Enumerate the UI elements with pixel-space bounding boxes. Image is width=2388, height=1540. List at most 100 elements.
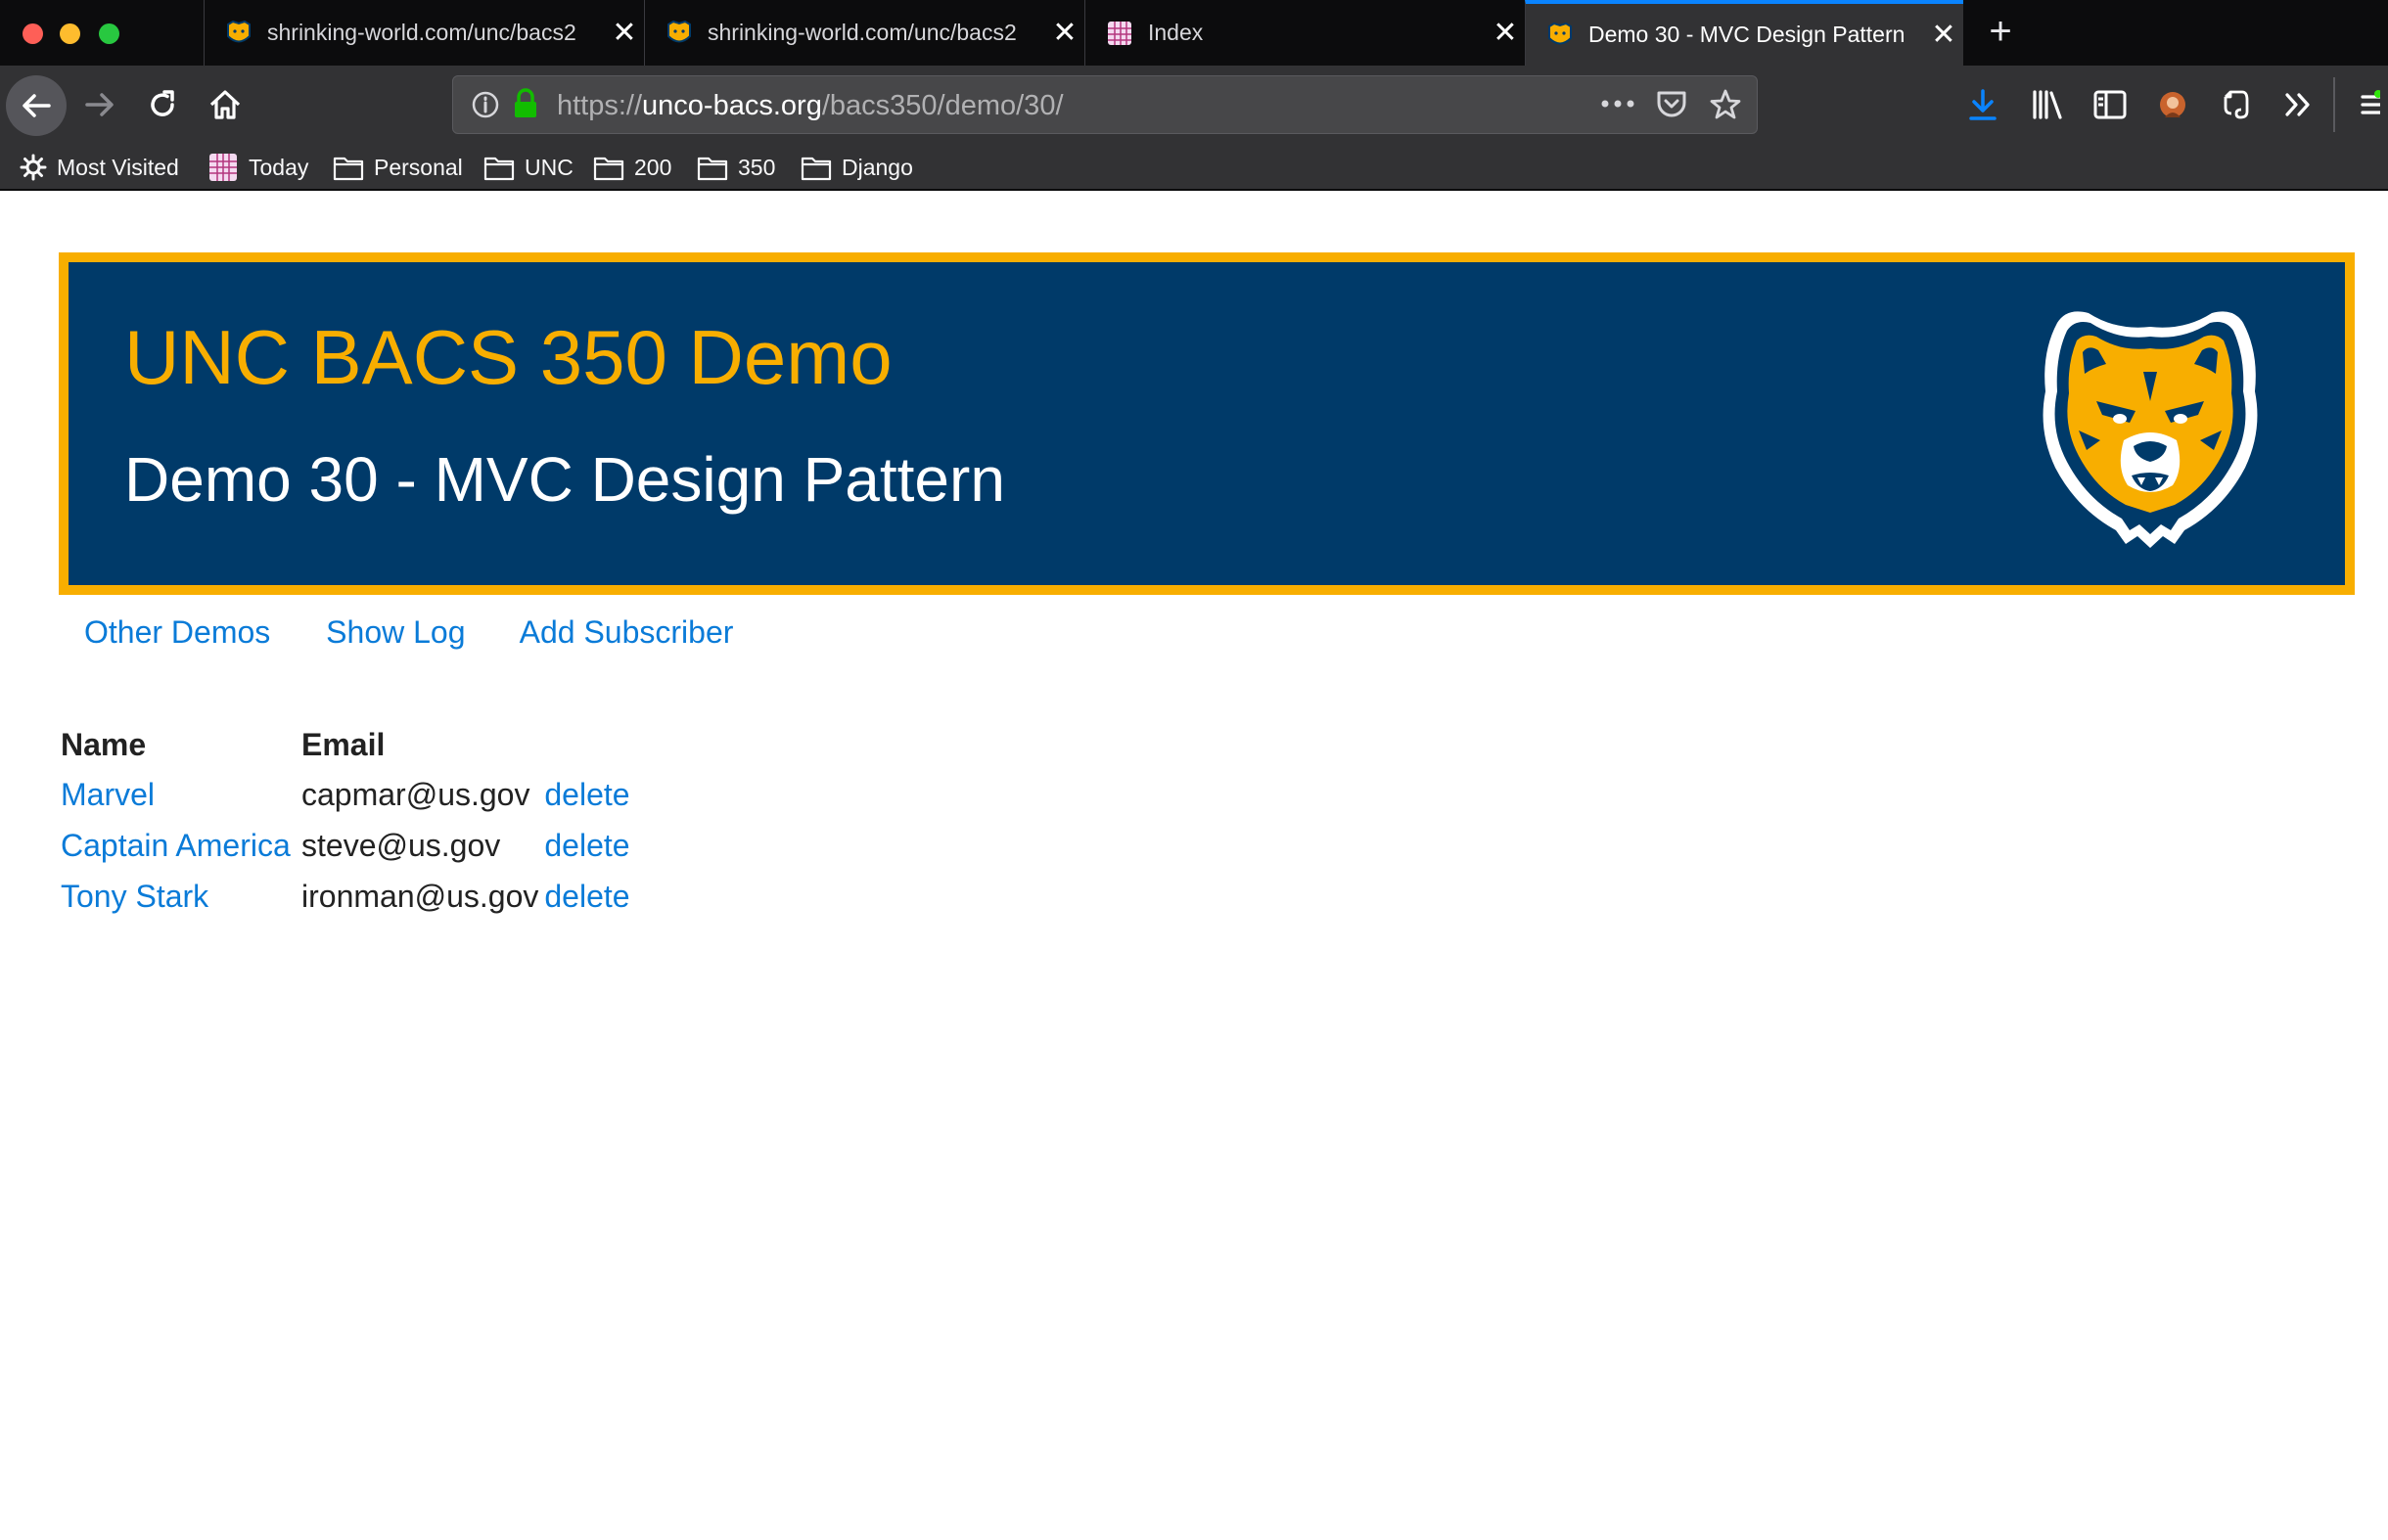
- other-demos-link[interactable]: Other Demos: [84, 614, 270, 650]
- subscriber-name-link[interactable]: Captain America: [61, 828, 291, 863]
- bookmarks-toolbar: Most Visited Today Personal UNC 200 350 …: [0, 146, 2388, 190]
- home-icon: [209, 90, 241, 119]
- globe-grid-icon: [1108, 21, 1131, 45]
- bear-logo-icon: [2043, 311, 2258, 548]
- table-row: Captain America steve@us.gov delete: [61, 820, 636, 871]
- library-button[interactable]: [2020, 77, 2075, 132]
- delete-link[interactable]: delete: [544, 777, 629, 812]
- bookmark-folder-django[interactable]: Django: [801, 152, 913, 183]
- download-arrow-icon: [1969, 89, 1997, 120]
- tab-3[interactable]: Index ✕: [1084, 0, 1525, 66]
- bookmark-today[interactable]: Today: [207, 152, 308, 183]
- table-header-row: Name Email: [61, 720, 636, 769]
- close-tab-icon[interactable]: ✕: [1486, 16, 1525, 50]
- reload-icon: [151, 90, 174, 116]
- library-icon: [2033, 90, 2062, 119]
- url-text[interactable]: https://unco-bacs.org/bacs350/demo/30/: [557, 90, 1064, 122]
- bookmark-folder-350[interactable]: 350: [697, 152, 775, 183]
- back-button[interactable]: [6, 75, 67, 136]
- bookmark-label: Django: [842, 154, 913, 180]
- show-log-link[interactable]: Show Log: [326, 614, 465, 650]
- bookmark-label: Most Visited: [57, 154, 179, 180]
- folder-icon: [801, 157, 832, 181]
- folder-icon: [333, 157, 364, 181]
- forward-button[interactable]: [72, 77, 127, 132]
- tab-1-title: shrinking-world.com/unc/bacs2: [267, 20, 576, 45]
- page-subtitle: Demo 30 - MVC Design Pattern: [124, 444, 1005, 515]
- subscriber-name-link[interactable]: Marvel: [61, 777, 155, 812]
- chrome-divider: [0, 189, 2388, 191]
- chevrons-right-icon: [2285, 93, 2310, 116]
- tab-2[interactable]: shrinking-world.com/unc/bacs2 ✕: [644, 0, 1084, 66]
- window-minimize-button[interactable]: [60, 23, 80, 44]
- table-row: Marvel capmar@us.gov delete: [61, 769, 636, 820]
- overflow-button[interactable]: [2271, 77, 2325, 132]
- bookmark-folder-200[interactable]: 200: [593, 152, 671, 183]
- tab-bar: shrinking-world.com/unc/bacs2 ✕ shrinkin…: [0, 0, 2388, 66]
- extension-avatar-button[interactable]: [2145, 77, 2200, 132]
- delete-link[interactable]: delete: [544, 879, 629, 914]
- hamburger-menu-icon: [2361, 90, 2380, 114]
- page-actions-icon[interactable]: [1600, 98, 1635, 110]
- table-row: Tony Stark ironman@us.gov delete: [61, 871, 636, 922]
- page-banner: UNC BACS 350 Demo Demo 30 - MVC Design P…: [59, 252, 2355, 595]
- globe-grid-icon: [209, 154, 237, 181]
- subscriber-email: ironman@us.gov: [301, 878, 539, 914]
- navigation-toolbar: https://unco-bacs.org/bacs350/demo/30/: [0, 66, 2388, 146]
- tab-1[interactable]: shrinking-world.com/unc/bacs2 ✕: [204, 0, 644, 66]
- folder-icon: [697, 157, 728, 181]
- close-tab-icon[interactable]: ✕: [1924, 18, 1963, 52]
- bear-favicon-icon: [227, 20, 251, 42]
- address-bar[interactable]: https://unco-bacs.org/bacs350/demo/30/: [452, 75, 1758, 134]
- bookmark-star-icon[interactable]: [1709, 88, 1742, 121]
- subscriber-email: capmar@us.gov: [301, 776, 530, 812]
- subscriber-table: Name Email Marvel capmar@us.gov delete C…: [61, 720, 636, 922]
- window-maximize-button[interactable]: [99, 23, 119, 44]
- new-tab-button[interactable]: +: [1979, 10, 2022, 53]
- gear-icon: [20, 154, 47, 181]
- url-scheme: https://: [557, 90, 643, 121]
- browser-chrome: shrinking-world.com/unc/bacs2 ✕ shrinkin…: [0, 0, 2388, 191]
- window-close-button[interactable]: [23, 23, 43, 44]
- sidebar-button[interactable]: [2083, 77, 2137, 132]
- bear-favicon-icon: [667, 20, 691, 42]
- arrow-left-icon: [23, 94, 51, 117]
- bookmark-label: Personal: [374, 154, 463, 180]
- bookmark-folder-personal[interactable]: Personal: [333, 152, 463, 183]
- fox-avatar-icon: [2160, 92, 2185, 117]
- arrow-right-icon: [85, 93, 114, 116]
- bookmark-label: 350: [738, 154, 776, 180]
- close-tab-icon[interactable]: ✕: [605, 16, 644, 50]
- subscriber-name-link[interactable]: Tony Stark: [61, 879, 208, 914]
- home-button[interactable]: [198, 77, 253, 132]
- bear-favicon-icon: [1548, 22, 1572, 44]
- bookmark-label: UNC: [525, 154, 574, 180]
- menu-button[interactable]: [2349, 77, 2388, 132]
- info-icon[interactable]: [471, 90, 500, 119]
- reload-button[interactable]: [135, 77, 190, 132]
- pocket-icon[interactable]: [1655, 89, 1688, 120]
- bookmark-label: 200: [634, 154, 672, 180]
- folder-icon: [483, 157, 515, 181]
- page-title: UNC BACS 350 Demo: [124, 314, 893, 400]
- add-subscriber-link[interactable]: Add Subscriber: [520, 614, 734, 650]
- url-path: /bacs350/demo/30/: [821, 90, 1064, 121]
- tab-2-title: shrinking-world.com/unc/bacs2: [708, 20, 1017, 45]
- downloads-button[interactable]: [1955, 77, 2010, 132]
- page-nav: Other Demos Show Log Add Subscriber: [84, 614, 780, 651]
- bookmark-most-visited[interactable]: Most Visited: [20, 152, 179, 183]
- tab-3-title: Index: [1148, 20, 1204, 45]
- elephant-icon: [2224, 90, 2249, 119]
- tab-4-active[interactable]: Demo 30 - MVC Design Pattern ✕: [1525, 0, 1963, 66]
- sidebar-icon: [2093, 90, 2127, 119]
- close-tab-icon[interactable]: ✕: [1045, 16, 1084, 50]
- bookmark-label: Today: [249, 154, 309, 180]
- lock-icon[interactable]: [512, 88, 539, 119]
- folder-icon: [593, 157, 624, 181]
- delete-link[interactable]: delete: [544, 828, 629, 863]
- evernote-button[interactable]: [2208, 77, 2263, 132]
- subscriber-email: steve@us.gov: [301, 827, 501, 863]
- toolbar-divider: [2333, 77, 2335, 132]
- tab-4-title: Demo 30 - MVC Design Pattern: [1588, 22, 1906, 47]
- bookmark-folder-unc[interactable]: UNC: [483, 152, 574, 183]
